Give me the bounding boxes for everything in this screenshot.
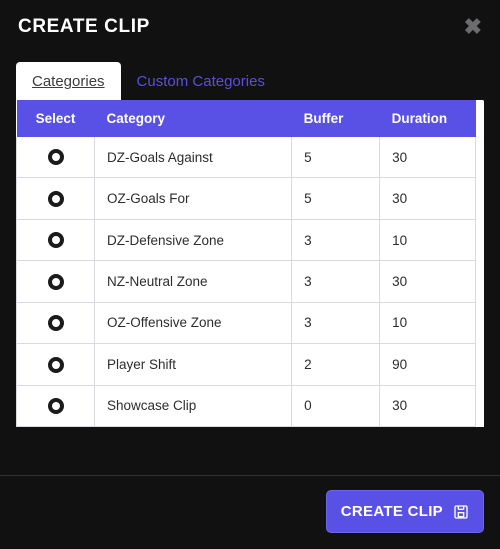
cell-category: Player Shift — [95, 344, 292, 385]
row-radio[interactable] — [48, 149, 64, 165]
row-radio[interactable] — [48, 191, 64, 207]
cell-duration: 30 — [380, 137, 476, 178]
table-row: OZ-Offensive Zone 3 10 — [17, 302, 476, 343]
tab-custom-categories[interactable]: Custom Categories — [121, 62, 281, 100]
cell-category: OZ-Goals For — [95, 178, 292, 219]
table-body: DZ-Goals Against 5 30 OZ-Goals For 5 30 — [17, 137, 476, 427]
tabs: Categories Custom Categories — [16, 62, 484, 100]
row-radio[interactable] — [48, 274, 64, 290]
cell-duration: 10 — [380, 219, 476, 260]
modal-title: CREATE CLIP — [18, 16, 150, 38]
cell-buffer: 2 — [292, 344, 380, 385]
close-icon[interactable]: ✖ — [462, 14, 484, 40]
table-right-gutter — [476, 100, 484, 427]
table-row: Player Shift 2 90 — [17, 344, 476, 385]
cell-category: Showcase Clip — [95, 385, 292, 426]
categories-table-wrap: Select Category Buffer Duration DZ-Goals… — [16, 100, 484, 427]
table-row: Showcase Clip 0 30 — [17, 385, 476, 426]
cell-buffer: 3 — [292, 219, 380, 260]
cell-buffer: 3 — [292, 302, 380, 343]
create-clip-button[interactable]: CREATE CLIP — [326, 490, 484, 533]
categories-table: Select Category Buffer Duration DZ-Goals… — [16, 100, 476, 427]
cell-buffer: 0 — [292, 385, 380, 426]
cell-duration: 90 — [380, 344, 476, 385]
cell-duration: 30 — [380, 178, 476, 219]
table-row: OZ-Goals For 5 30 — [17, 178, 476, 219]
create-clip-modal: CREATE CLIP ✖ Categories Custom Categori… — [0, 0, 500, 549]
cell-duration: 30 — [380, 385, 476, 426]
col-select: Select — [17, 100, 95, 137]
row-radio[interactable] — [48, 315, 64, 331]
cell-buffer: 5 — [292, 137, 380, 178]
col-buffer: Buffer — [292, 100, 380, 137]
modal-body: Categories Custom Categories Select Cate… — [0, 50, 500, 475]
row-radio[interactable] — [48, 398, 64, 414]
cell-duration: 30 — [380, 261, 476, 302]
cell-category: DZ-Goals Against — [95, 137, 292, 178]
col-category: Category — [95, 100, 292, 137]
table-header-row: Select Category Buffer Duration — [17, 100, 476, 137]
row-radio[interactable] — [48, 232, 64, 248]
row-radio[interactable] — [48, 357, 64, 373]
cell-duration: 10 — [380, 302, 476, 343]
save-icon — [453, 504, 469, 520]
cell-buffer: 5 — [292, 178, 380, 219]
modal-header: CREATE CLIP ✖ — [0, 0, 500, 50]
col-duration: Duration — [380, 100, 476, 137]
cell-buffer: 3 — [292, 261, 380, 302]
table-row: DZ-Goals Against 5 30 — [17, 137, 476, 178]
table-row: DZ-Defensive Zone 3 10 — [17, 219, 476, 260]
table-row: NZ-Neutral Zone 3 30 — [17, 261, 476, 302]
tab-categories[interactable]: Categories — [16, 62, 121, 100]
cell-category: NZ-Neutral Zone — [95, 261, 292, 302]
cell-category: OZ-Offensive Zone — [95, 302, 292, 343]
cell-category: DZ-Defensive Zone — [95, 219, 292, 260]
modal-footer: CREATE CLIP — [0, 475, 500, 549]
create-clip-button-label: CREATE CLIP — [341, 503, 443, 520]
